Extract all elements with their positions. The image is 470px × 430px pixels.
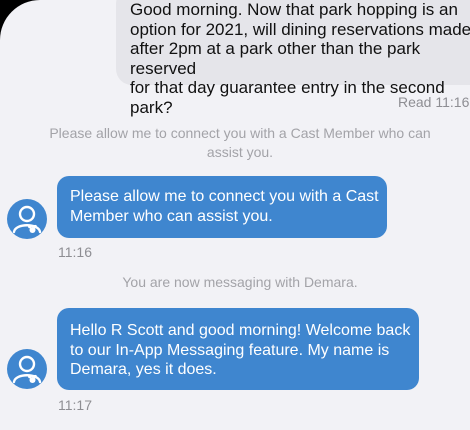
incoming-message-bubble[interactable]: Please allow me to connect you with a Ca… bbox=[57, 176, 387, 238]
read-receipt: Read 11:16 bbox=[398, 94, 470, 110]
mickey-user-icon bbox=[7, 349, 47, 389]
system-message: Please allow me to connect you with a Ca… bbox=[49, 125, 431, 160]
outgoing-message-bubble[interactable]: Good morning. Now that park hopping is a… bbox=[116, 0, 470, 117]
message-timestamp: 11:17 bbox=[58, 397, 92, 413]
system-message: You are now messaging with Demara. bbox=[122, 274, 358, 290]
message-timestamp: 11:16 bbox=[58, 244, 92, 260]
incoming-message-bubble[interactable]: Hello R Scott and good morning! Welcome … bbox=[57, 308, 419, 390]
conversation-screen: Good morning. Now that park hopping is a… bbox=[0, 0, 470, 430]
mickey-user-icon bbox=[7, 199, 47, 239]
